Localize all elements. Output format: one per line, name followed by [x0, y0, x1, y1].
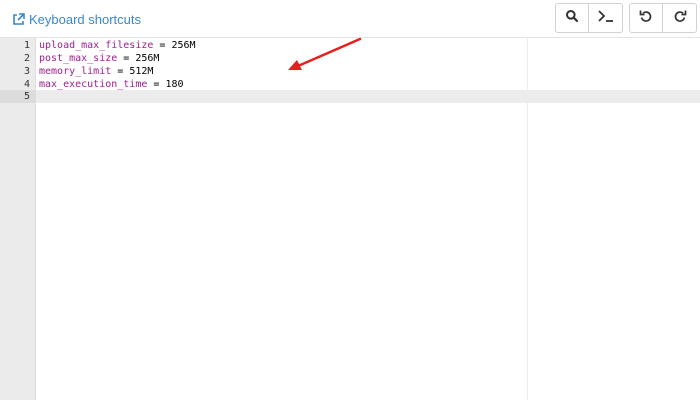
- setting-key: memory_limit: [39, 66, 112, 77]
- active-code-line[interactable]: 5: [0, 90, 700, 103]
- keyboard-shortcuts-label: Keyboard shortcuts: [29, 11, 142, 27]
- command-prompt-button[interactable]: [589, 3, 623, 33]
- keyboard-shortcuts-link[interactable]: Keyboard shortcuts: [12, 10, 141, 28]
- setting-value: 180: [165, 79, 184, 90]
- search-command-group: [555, 3, 623, 33]
- search-icon: [565, 9, 579, 28]
- line-number: 5: [0, 90, 36, 103]
- redo-button[interactable]: [663, 3, 697, 33]
- editor-toolbar: Keyboard shortcuts: [0, 0, 700, 38]
- line-content: memory_limit = 512M: [39, 65, 153, 78]
- setting-value: 256M: [171, 40, 196, 51]
- setting-value: 256M: [135, 53, 160, 64]
- external-link-icon: [12, 12, 25, 26]
- undo-icon: [639, 9, 653, 28]
- history-group: [629, 3, 697, 33]
- redo-icon: [673, 9, 687, 28]
- line-number: 3: [23, 66, 30, 77]
- code-line[interactable]: 1 upload_max_filesize = 256M: [0, 39, 700, 52]
- code-editor[interactable]: 1 upload_max_filesize = 256M 2 post_max_…: [0, 38, 700, 400]
- undo-button[interactable]: [629, 3, 663, 33]
- code-line[interactable]: 3 memory_limit = 512M: [0, 65, 700, 78]
- setting-key: upload_max_filesize: [39, 40, 154, 51]
- search-button[interactable]: [555, 3, 589, 33]
- line-content: upload_max_filesize = 256M: [39, 39, 196, 52]
- terminal-icon: [597, 9, 615, 28]
- line-content: post_max_size = 256M: [39, 52, 159, 65]
- setting-value: 512M: [129, 66, 154, 77]
- operator: =: [117, 53, 136, 64]
- operator: =: [153, 40, 172, 51]
- operator: =: [147, 79, 166, 90]
- setting-key: post_max_size: [39, 53, 118, 64]
- line-number: 1: [23, 40, 30, 51]
- operator: =: [111, 66, 130, 77]
- setting-key: max_execution_time: [39, 79, 148, 90]
- code-line[interactable]: 2 post_max_size = 256M: [0, 52, 700, 65]
- line-number: 2: [23, 53, 30, 64]
